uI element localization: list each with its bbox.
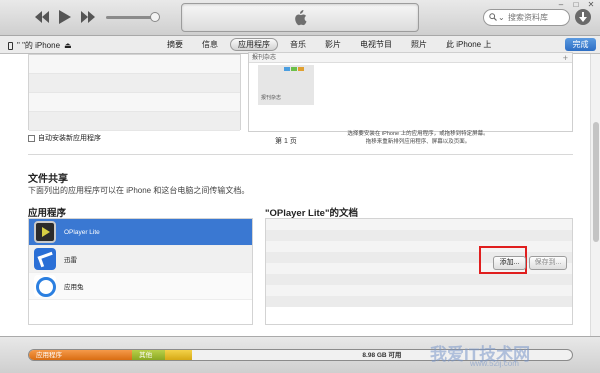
yingyongtu-icon xyxy=(34,275,56,297)
instructions: 选择要安装在 iPhone 上的应用程序，或拖移到特定屏幕。 拖移来重新排列应用… xyxy=(318,130,518,146)
watermark-domain: www.52ij.com xyxy=(470,359,519,368)
app-row-xunlei[interactable]: 迅雷 xyxy=(29,246,252,273)
tab-info[interactable]: 信息 xyxy=(195,38,225,51)
xunlei-icon xyxy=(34,248,56,270)
list-item xyxy=(266,285,572,296)
list-item xyxy=(29,112,240,131)
toolbar: – □ ✕ ⌄ xyxy=(0,0,600,36)
list-item xyxy=(266,274,572,285)
iphone-icon xyxy=(8,41,13,50)
auto-install-checkbox[interactable] xyxy=(28,134,35,142)
auto-install-label: 自动安装新应用程序 xyxy=(38,135,101,142)
search-scope-icon[interactable]: ⌄ xyxy=(498,13,505,22)
apple-logo-icon xyxy=(295,10,307,26)
auto-install-option[interactable]: 自动安装新应用程序 xyxy=(28,133,101,143)
add-document-button[interactable]: 添加... xyxy=(493,256,526,270)
capacity-misc-segment[interactable] xyxy=(164,350,192,360)
playback-controls xyxy=(34,9,96,25)
home-screen-thumbnail[interactable]: 报刊杂志 xyxy=(258,65,314,105)
app-name: 应用兔 xyxy=(64,284,84,291)
app-tile xyxy=(284,67,290,71)
app-tile xyxy=(298,67,304,71)
search-input[interactable] xyxy=(508,12,568,23)
tab-summary[interactable]: 摘要 xyxy=(160,38,190,51)
add-page-icon[interactable]: + xyxy=(563,53,568,63)
file-sharing-app-list[interactable]: OPlayer Lite 迅雷 应用兔 xyxy=(28,218,253,325)
hint-line: 拖移来重新排列应用程序、屏幕以及页面。 xyxy=(365,139,471,145)
search-icon xyxy=(489,13,497,21)
tab-apps[interactable]: 应用程序 xyxy=(230,38,278,51)
volume-slider[interactable] xyxy=(106,12,160,22)
done-button[interactable]: 完成 xyxy=(565,38,596,51)
vertical-scrollbar[interactable] xyxy=(590,54,600,336)
apps-column-heading: 应用程序 xyxy=(28,208,67,219)
window-controls: – □ ✕ xyxy=(556,1,596,9)
download-arrow-icon xyxy=(579,12,587,22)
app-row-yingyongtu[interactable]: 应用兔 xyxy=(29,273,252,300)
oplayer-icon xyxy=(34,221,56,243)
next-icon[interactable] xyxy=(80,10,96,24)
app-install-list[interactable] xyxy=(28,54,241,131)
tab-photos[interactable]: 照片 xyxy=(404,38,434,51)
scrollbar-thumb[interactable] xyxy=(593,122,599,242)
file-sharing-title: 文件共享 xyxy=(28,174,68,185)
list-item xyxy=(29,93,240,112)
list-item xyxy=(29,74,240,93)
list-item xyxy=(266,230,572,241)
device-selector[interactable]: " "的 iPhone ⏏ xyxy=(8,40,72,51)
status-display xyxy=(181,3,419,32)
capacity-apps-segment[interactable]: 应用程序 xyxy=(29,350,133,360)
thumbnail-label: 报刊杂志 xyxy=(261,95,282,101)
documents-column-heading: "OPlayer Lite"的文档 xyxy=(265,208,358,219)
capacity-other-segment[interactable]: 其他 xyxy=(132,350,165,360)
maximize-icon[interactable]: □ xyxy=(571,1,581,9)
downloads-button[interactable] xyxy=(575,9,591,25)
save-to-button[interactable]: 保存到... xyxy=(529,256,567,270)
device-name: " "的 iPhone xyxy=(17,41,61,50)
device-tabs: 摘要 信息 应用程序 音乐 影片 电视节目 照片 此 iPhone 上 xyxy=(160,38,498,51)
play-icon[interactable] xyxy=(58,9,72,25)
eject-icon[interactable]: ⏏ xyxy=(64,41,72,50)
app-row-oplayer-lite[interactable]: OPlayer Lite xyxy=(29,219,252,246)
main-content: 自动安装新应用程序 报刊杂志 + 报刊杂志 第 1 页 选择要安装在 iPhon… xyxy=(0,52,600,336)
section-divider xyxy=(28,154,573,155)
minimize-icon[interactable]: – xyxy=(556,1,566,9)
tab-movies[interactable]: 影片 xyxy=(318,38,348,51)
volume-knob[interactable] xyxy=(150,12,160,22)
list-item xyxy=(29,55,240,74)
app-tile xyxy=(291,67,297,71)
list-item xyxy=(266,219,572,230)
tab-music[interactable]: 音乐 xyxy=(283,38,313,51)
app-name: OPlayer Lite xyxy=(64,228,100,236)
tab-tv-shows[interactable]: 电视节目 xyxy=(353,38,399,51)
home-screen-panel[interactable]: 报刊杂志 + 报刊杂志 xyxy=(248,52,573,132)
page-number: 第 1 页 xyxy=(275,138,297,145)
list-item xyxy=(266,296,572,307)
previous-icon[interactable] xyxy=(34,10,50,24)
close-icon[interactable]: ✕ xyxy=(586,1,596,9)
file-sharing-description: 下面列出的应用程序可以在 iPhone 和这台电脑之间传输文档。 xyxy=(28,186,250,195)
page-panel-header: 报刊杂志 xyxy=(249,53,572,63)
app-name: 迅雷 xyxy=(64,257,77,264)
hint-line: 选择要安装在 iPhone 上的应用程序，或拖移到特定屏幕。 xyxy=(347,131,489,137)
tab-on-this-iphone[interactable]: 此 iPhone 上 xyxy=(439,38,498,51)
search-field[interactable]: ⌄ xyxy=(483,9,570,26)
